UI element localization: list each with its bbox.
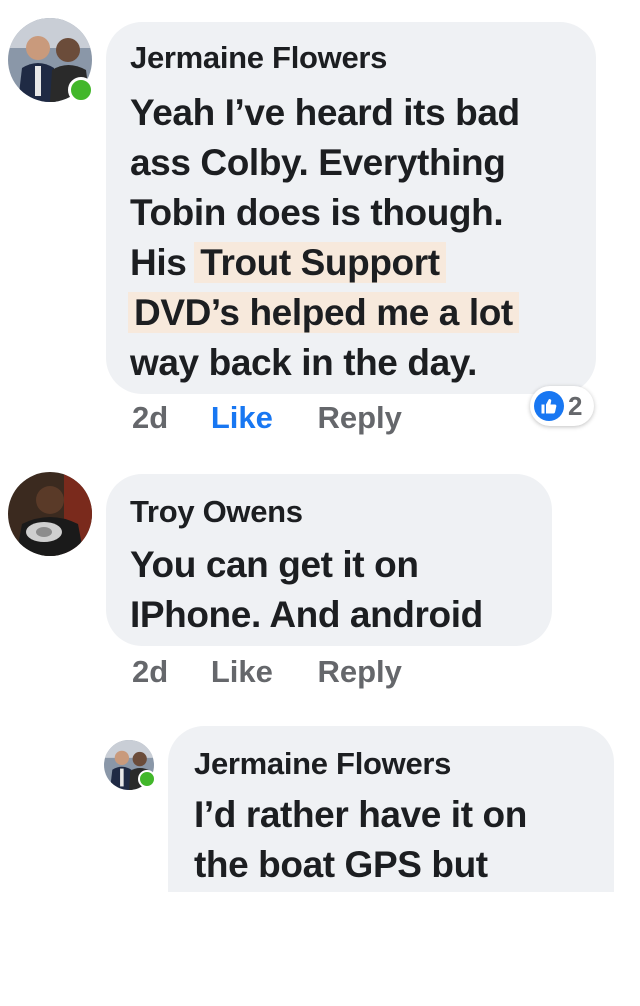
highlighted-text[interactable]: Trout Support bbox=[194, 242, 446, 283]
comment-bubble[interactable]: Troy Owens You can get it on IPhone. And… bbox=[106, 474, 552, 646]
comment-timestamp[interactable]: 2d bbox=[132, 654, 168, 690]
comment-line: IPhone. And android bbox=[130, 594, 483, 635]
profile-photo-icon bbox=[8, 472, 92, 556]
comment-line: ass Colby. Everything bbox=[130, 142, 506, 183]
like-button[interactable]: Like bbox=[211, 400, 273, 436]
comment-author[interactable]: Jermaine Flowers bbox=[130, 40, 572, 76]
reply-button[interactable]: Reply bbox=[317, 654, 401, 690]
comment-bubble[interactable]: Jermaine Flowers I’d rather have it on t… bbox=[168, 726, 614, 892]
comment-text: I’d rather have it on the boat GPS but bbox=[194, 790, 588, 890]
comment-author[interactable]: Jermaine Flowers bbox=[194, 746, 588, 782]
reaction-badge[interactable]: 2 bbox=[530, 386, 594, 426]
comment-line: I’d rather have it on bbox=[194, 794, 527, 835]
comment-line: You can get it on bbox=[130, 544, 419, 585]
comment-actions: 2d Like Reply bbox=[132, 400, 402, 436]
comment-bubble[interactable]: Jermaine Flowers Yeah I’ve heard its bad… bbox=[106, 22, 596, 394]
comment-timestamp[interactable]: 2d bbox=[132, 400, 168, 436]
thumbs-up-icon bbox=[534, 391, 564, 421]
comment-text: You can get it on IPhone. And android bbox=[130, 540, 528, 640]
online-status-icon bbox=[138, 770, 156, 788]
comment-text: Yeah I’ve heard its bad ass Colby. Every… bbox=[128, 88, 572, 388]
comment-line: the boat GPS but bbox=[194, 844, 488, 885]
comment-line: way back in the day. bbox=[130, 342, 478, 383]
highlighted-text[interactable]: DVD’s helped me a lot bbox=[128, 292, 519, 333]
like-button[interactable]: Like bbox=[211, 654, 273, 690]
comment-bubble-clip: Jermaine Flowers I’d rather have it on t… bbox=[168, 726, 614, 892]
comment-author[interactable]: Troy Owens bbox=[130, 494, 528, 530]
comment-line: Yeah I’ve heard its bad bbox=[130, 92, 520, 133]
reply-button[interactable]: Reply bbox=[317, 400, 401, 436]
comment-line: His Trout Support bbox=[130, 238, 572, 288]
comment-line: DVD’s helped me a lot bbox=[128, 288, 572, 338]
avatar[interactable] bbox=[8, 472, 92, 556]
comment-line: Tobin does is though. bbox=[130, 192, 504, 233]
reaction-count: 2 bbox=[568, 390, 583, 421]
comment-actions: 2d Like Reply bbox=[132, 654, 402, 690]
online-status-icon bbox=[68, 77, 94, 103]
